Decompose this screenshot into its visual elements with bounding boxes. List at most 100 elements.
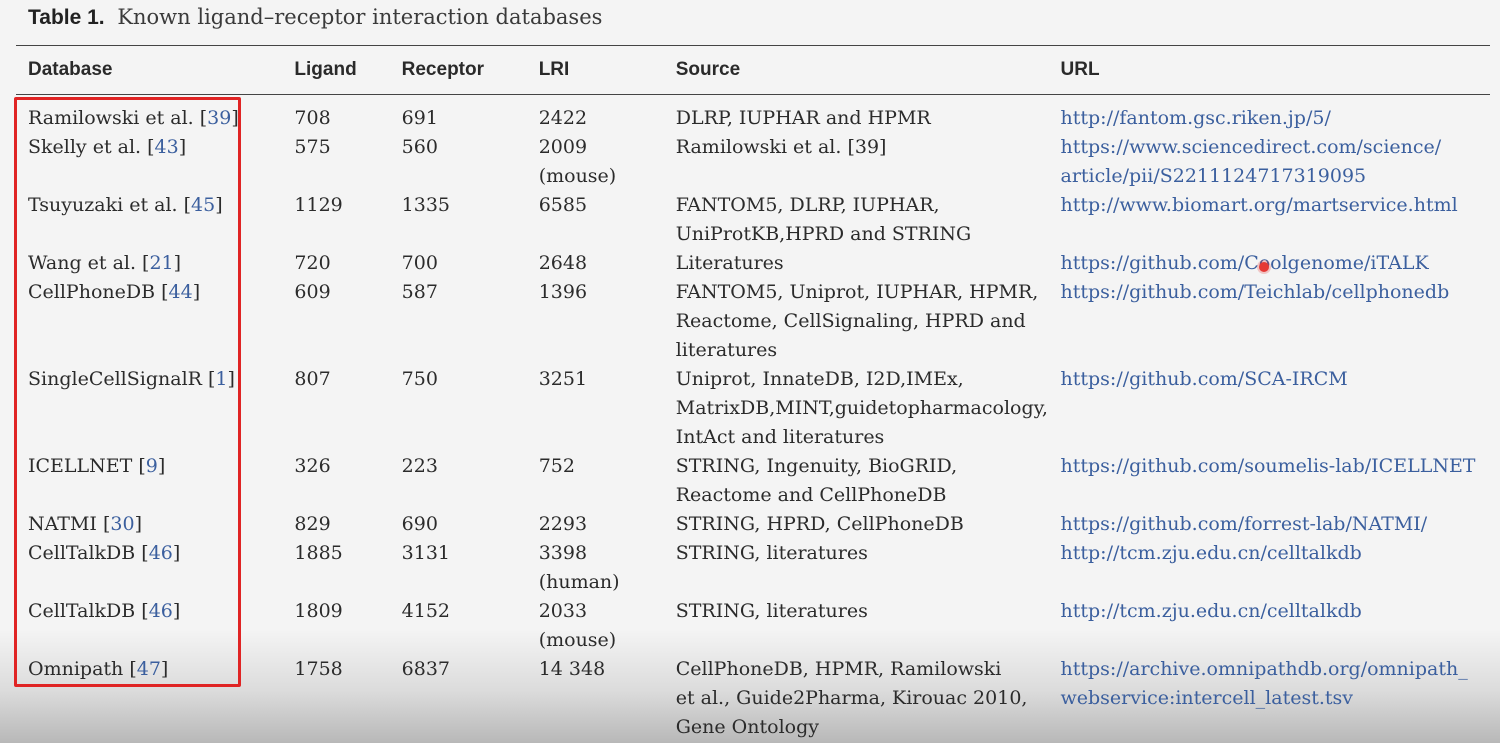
database-name: CellTalkDB xyxy=(28,542,136,564)
source-cell: Uniprot, InnateDB, I2D,IMEx, MatrixDB,MI… xyxy=(675,368,1048,448)
database-name: ICELLNET xyxy=(28,455,133,477)
receptor-count-cell: 750 xyxy=(401,368,438,390)
column-header-ligand: Ligand xyxy=(294,59,357,80)
database-name: NATMI xyxy=(28,513,97,535)
ligand-count-cell: 326 xyxy=(294,455,331,477)
table-row: SingleCellSignalR [1] 807 750 3251 Uniprot, … xyxy=(28,365,1500,452)
pointer-cursor-dot xyxy=(1259,262,1269,272)
table-row: CellTalkDB [46] 1885 3131 3398 (human) STRIN… xyxy=(28,539,1500,597)
database-cell: SingleCellSignalR [1] xyxy=(28,368,235,390)
database-cell: Skelly et al. [43] xyxy=(28,136,187,158)
lri-count-cell: 752 xyxy=(538,455,575,477)
column-header-receptor: Receptor xyxy=(401,59,484,80)
ligand-count-cell: 1885 xyxy=(294,542,343,564)
column-header-database: Database xyxy=(28,59,113,80)
url-link[interactable]: https://www.sciencedirect.com/science/ a… xyxy=(1061,133,1500,191)
lri-database-table: Database Ligand Receptor LRI Source URL … xyxy=(28,52,1500,742)
ligand-count-cell: 609 xyxy=(294,281,331,303)
receptor-count-cell: 1335 xyxy=(401,194,450,216)
database-name: SingleCellSignalR xyxy=(28,368,202,390)
column-header-url: URL xyxy=(1060,59,1100,80)
database-name: CellPhoneDB xyxy=(28,281,156,303)
table-row: CellTalkDB [46] 1809 4152 2033 (mouse) STRIN… xyxy=(28,597,1500,655)
ligand-count-cell: 829 xyxy=(294,513,331,535)
source-cell: DLRP, IUPHAR and HPMR xyxy=(675,107,931,129)
ligand-count-cell: 807 xyxy=(294,368,331,390)
ligand-count-cell: 720 xyxy=(294,252,331,274)
source-cell: STRING, Ingenuity, BioGRID, Reactome and… xyxy=(675,455,958,506)
database-name: Tsuyuzaki et al. xyxy=(28,194,178,216)
citation-link[interactable]: 43 xyxy=(155,136,179,158)
citation-link[interactable]: 47 xyxy=(137,658,161,680)
database-cell: Wang et al. [21] xyxy=(28,252,182,274)
citation-link[interactable]: 9 xyxy=(146,455,158,477)
source-cell: CellPhoneDB, HPMR, Ramilowski et al., Gu… xyxy=(675,658,1028,738)
lri-count-cell: 2009 (mouse) xyxy=(538,136,617,187)
lri-count-cell: 14 348 xyxy=(538,658,606,680)
database-name: Skelly et al. xyxy=(28,136,142,158)
column-header-lri: LRI xyxy=(538,59,570,80)
url-link[interactable]: https://github.com/forrest-lab/NATMI/ xyxy=(1061,510,1500,539)
ligand-count-cell: 1809 xyxy=(294,600,343,622)
database-cell: Tsuyuzaki et al. [45] xyxy=(28,194,223,216)
lri-count-cell: 2422 xyxy=(538,107,588,129)
table-caption: Table 1. Known ligand–receptor interacti… xyxy=(28,5,602,30)
receptor-count-cell: 691 xyxy=(401,107,438,129)
citation-link[interactable]: 30 xyxy=(110,513,134,535)
database-cell: CellTalkDB [46] xyxy=(28,600,181,622)
source-cell: FANTOM5, Uniprot, IUPHAR, HPMR, Reactome… xyxy=(675,281,1039,361)
database-name: Omnipath xyxy=(28,658,124,680)
citation-link[interactable]: 46 xyxy=(149,542,173,564)
citation-link[interactable]: 46 xyxy=(149,600,173,622)
table-row: Tsuyuzaki et al. [45] 1129 1335 6585 FANTOM5… xyxy=(28,191,1500,249)
receptor-count-cell: 587 xyxy=(401,281,438,303)
table-row: CellPhoneDB [44] 609 587 1396 FANTOM5, Unipr… xyxy=(28,278,1500,365)
ligand-count-cell: 708 xyxy=(294,107,331,129)
lri-count-cell: 2293 xyxy=(538,513,588,535)
url-link[interactable]: http://www.biomart.org/martservice.html xyxy=(1061,191,1500,249)
table-row: Skelly et al. [43] 575 560 2009 (mouse) Rami… xyxy=(28,133,1500,191)
url-link[interactable]: https://github.com/soumelis-lab/ICELLNET xyxy=(1061,452,1500,510)
url-link[interactable]: https://github.com/Coolgenome/iTALK xyxy=(1061,249,1500,278)
receptor-count-cell: 223 xyxy=(401,455,438,477)
lri-count-cell: 2648 xyxy=(538,252,588,274)
receptor-count-cell: 560 xyxy=(401,136,438,158)
table-body: Ramilowski et al. [39] 708 691 2422 DLRP, IU… xyxy=(28,96,1500,742)
table-row: Ramilowski et al. [39] 708 691 2422 DLRP, IU… xyxy=(28,96,1500,133)
lri-count-cell: 6585 xyxy=(538,194,588,216)
url-link[interactable]: https://archive.omnipathdb.org/omnipath_… xyxy=(1061,655,1500,742)
receptor-count-cell: 6837 xyxy=(401,658,450,680)
table-caption-title: Known ligand–receptor interaction databa… xyxy=(117,5,603,29)
table-row: Omnipath [47] 1758 6837 14 348 CellPhoneDB, … xyxy=(28,655,1500,742)
database-cell: NATMI [30] xyxy=(28,513,143,535)
database-cell: Ramilowski et al. [39] xyxy=(28,107,239,129)
url-link[interactable]: https://github.com/SCA-IRCM xyxy=(1061,365,1500,452)
source-cell: STRING, literatures xyxy=(675,600,868,622)
receptor-count-cell: 3131 xyxy=(401,542,450,564)
url-link[interactable]: https://github.com/Teichlab/cellphonedb xyxy=(1061,278,1500,365)
receptor-count-cell: 700 xyxy=(401,252,438,274)
database-cell: ICELLNET [9] xyxy=(28,455,166,477)
table-row: Wang et al. [21] 720 700 2648 Literatures htt… xyxy=(28,249,1500,278)
database-cell: Omnipath [47] xyxy=(28,658,169,680)
lri-count-cell: 1396 xyxy=(538,281,588,303)
receptor-count-cell: 4152 xyxy=(401,600,450,622)
citation-link[interactable]: 44 xyxy=(169,281,193,303)
column-header-source: Source xyxy=(675,59,741,80)
lri-count-cell: 2033 (mouse) xyxy=(538,600,617,651)
citation-link[interactable]: 45 xyxy=(191,194,215,216)
url-link[interactable]: http://tcm.zju.edu.cn/celltalkdb xyxy=(1061,597,1500,655)
receptor-count-cell: 690 xyxy=(401,513,438,535)
citation-link[interactable]: 1 xyxy=(215,368,227,390)
lri-count-cell: 3398 (human) xyxy=(538,542,620,593)
citation-link[interactable]: 39 xyxy=(207,107,231,129)
table-caption-label: Table 1. xyxy=(28,6,105,29)
citation-link[interactable]: 21 xyxy=(149,252,173,274)
ligand-count-cell: 1129 xyxy=(294,194,343,216)
source-cell: Literatures xyxy=(675,252,784,274)
table-row: ICELLNET [9] 326 223 752 STRING, Ingenuity, … xyxy=(28,452,1500,510)
table-header-row: Database Ligand Receptor LRI Source URL xyxy=(28,52,1500,96)
url-link[interactable]: http://tcm.zju.edu.cn/celltalkdb xyxy=(1061,539,1500,597)
url-link[interactable]: http://fantom.gsc.riken.jp/5/ xyxy=(1061,96,1500,133)
source-cell: FANTOM5, DLRP, IUPHAR, UniProtKB,HPRD an… xyxy=(675,194,972,245)
